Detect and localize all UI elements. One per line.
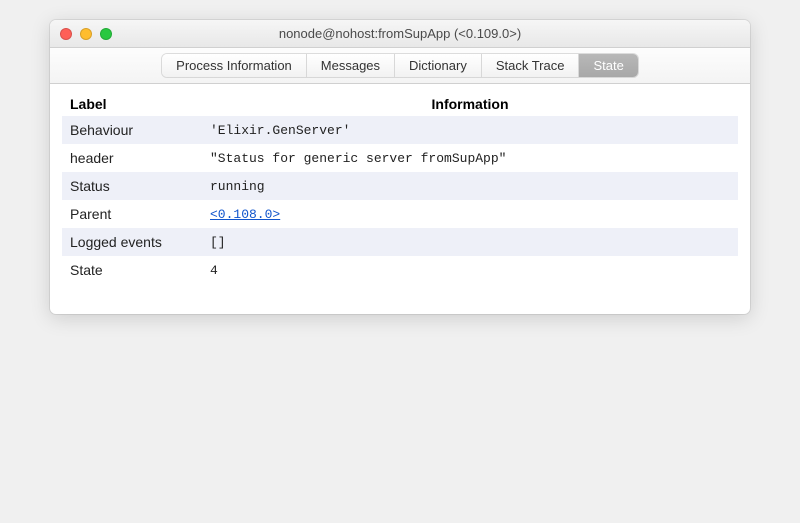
row-label: Parent xyxy=(62,200,202,228)
maximize-icon[interactable] xyxy=(100,28,112,40)
row-info: running xyxy=(202,172,738,200)
table-row: Logged events [] xyxy=(62,228,738,256)
column-header-information: Information xyxy=(202,92,738,116)
content-area: Label Information Behaviour 'Elixir.GenS… xyxy=(50,84,750,314)
table-row: Status running xyxy=(62,172,738,200)
window-title: nonode@nohost:fromSupApp (<0.109.0>) xyxy=(50,26,750,41)
minimize-icon[interactable] xyxy=(80,28,92,40)
table-row: header "Status for generic server fromSu… xyxy=(62,144,738,172)
titlebar: nonode@nohost:fromSupApp (<0.109.0>) xyxy=(50,20,750,48)
close-icon[interactable] xyxy=(60,28,72,40)
row-label: Logged events xyxy=(62,228,202,256)
tab-messages[interactable]: Messages xyxy=(307,54,395,77)
row-info: 4 xyxy=(202,256,738,284)
table-row: Parent <0.108.0> xyxy=(62,200,738,228)
row-label: Status xyxy=(62,172,202,200)
state-table: Label Information Behaviour 'Elixir.GenS… xyxy=(62,92,738,284)
tab-segmented-control: Process Information Messages Dictionary … xyxy=(162,54,638,77)
tab-process-information[interactable]: Process Information xyxy=(162,54,307,77)
table-row: Behaviour 'Elixir.GenServer' xyxy=(62,116,738,144)
parent-pid-link[interactable]: <0.108.0> xyxy=(210,207,280,222)
table-row: State 4 xyxy=(62,256,738,284)
tab-dictionary[interactable]: Dictionary xyxy=(395,54,482,77)
tab-state[interactable]: State xyxy=(579,54,637,77)
window: nonode@nohost:fromSupApp (<0.109.0>) Pro… xyxy=(50,20,750,314)
row-info: "Status for generic server fromSupApp" xyxy=(202,144,738,172)
row-info: [] xyxy=(202,228,738,256)
row-label: State xyxy=(62,256,202,284)
tab-bar: Process Information Messages Dictionary … xyxy=(50,48,750,84)
column-header-label: Label xyxy=(62,92,202,116)
tab-stack-trace[interactable]: Stack Trace xyxy=(482,54,580,77)
window-controls xyxy=(50,28,112,40)
row-label: Behaviour xyxy=(62,116,202,144)
row-info: 'Elixir.GenServer' xyxy=(202,116,738,144)
row-info: <0.108.0> xyxy=(202,200,738,228)
row-label: header xyxy=(62,144,202,172)
